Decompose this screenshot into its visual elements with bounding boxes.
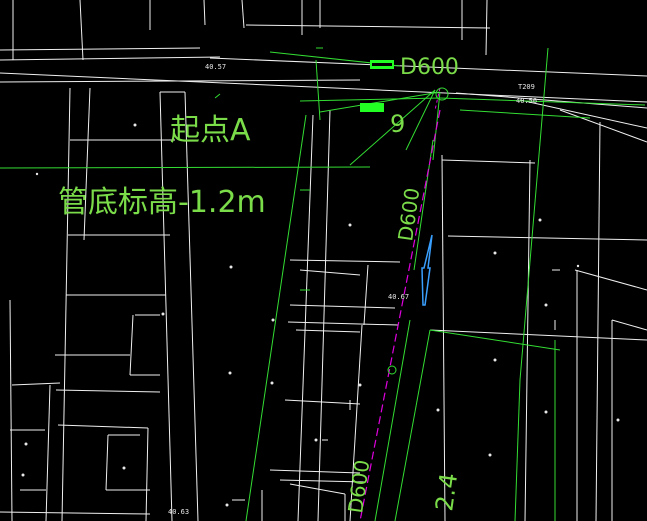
elevation-label-2: 40.56 (516, 97, 537, 105)
cad-drawing: 起点A 管底标高-1.2m D600 9 D600 D600 2.4 40.57… (0, 0, 647, 521)
start-point-label: 起点A (170, 113, 251, 148)
pipe-marker-mid (360, 103, 384, 112)
elevation-label-4: 40.63 (168, 508, 189, 516)
elevation-label-3: 40.67 (388, 293, 409, 301)
number-two-point-four: 2.4 (430, 471, 463, 513)
number-nine: 9 (390, 110, 405, 138)
pipe-diameter-top: D600 (400, 55, 459, 80)
pipe-bottom-elevation-label: 管底标高-1.2m (58, 185, 266, 220)
code-label-t209: T209 (518, 83, 535, 91)
elevation-label-1: 40.57 (205, 63, 226, 71)
pipe-marker-top-inner (372, 63, 392, 66)
